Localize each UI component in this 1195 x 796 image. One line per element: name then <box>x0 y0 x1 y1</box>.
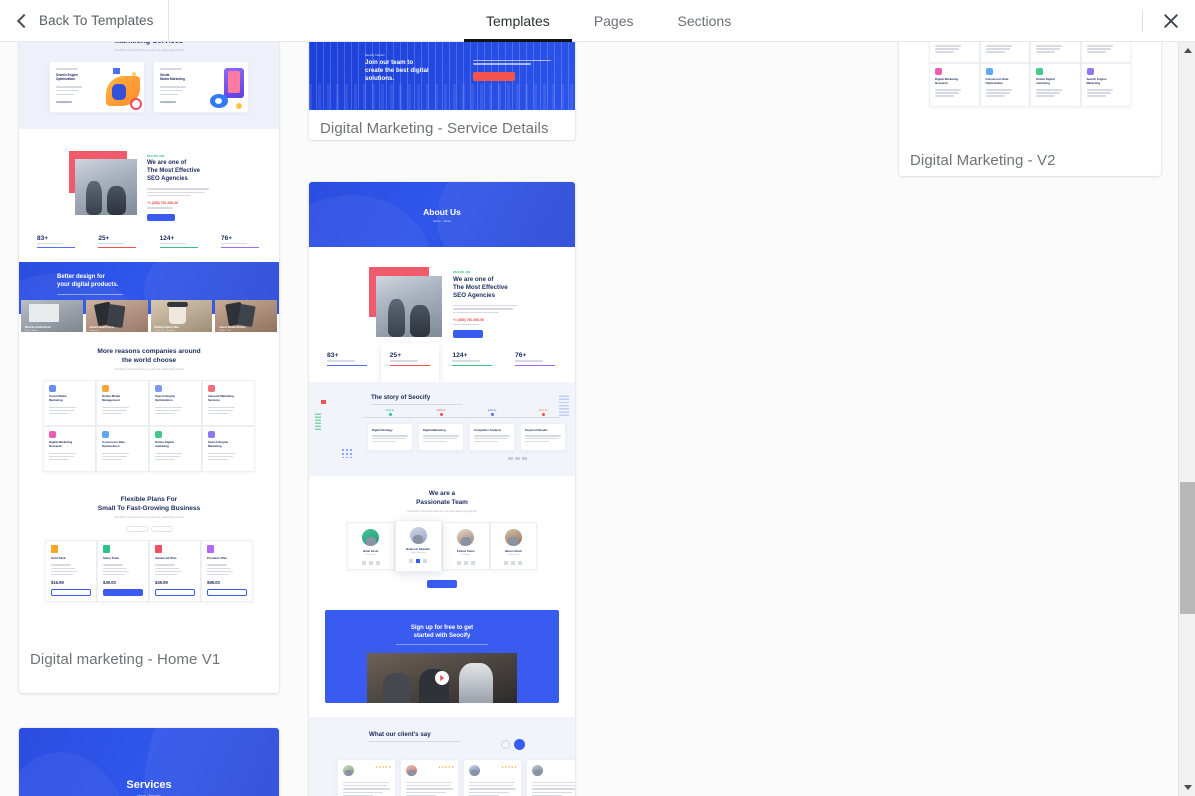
tab-sections-label: Sections <box>677 13 732 29</box>
tab-pages-label: Pages <box>593 13 634 29</box>
template-thumbnail: We offer expert SEO andMarketing Service… <box>19 42 279 641</box>
template-card-digital-marketing-service-details[interactable]: Seocify Careers Join our team to create t… <box>309 42 575 140</box>
about-hero-breadcrumb: Home · About <box>432 218 452 223</box>
app-header: Back To Templates Templates Pages Sectio… <box>0 0 1195 42</box>
scroll-up-button[interactable] <box>1179 42 1195 59</box>
header-divider-left <box>168 0 169 41</box>
section-stats: 83+ 25+ 124+ 76+ <box>19 228 279 263</box>
section-about-agency: WHO WE ARE We are one of The Most Effecti… <box>19 129 279 229</box>
template-thumbnail: Seocify Careers Join our team to create t… <box>309 42 575 110</box>
chevron-left-icon <box>14 13 30 29</box>
template-card-title: Digital marketing - Home V1 <box>30 651 221 668</box>
about-hero: About Us Home · About <box>309 182 575 247</box>
section-pricing: Flexible Plans For Small To Fast-Growing … <box>19 482 279 619</box>
template-tabs: Templates Pages Sections <box>464 0 753 42</box>
template-card-title: Digital Marketing - V2 <box>910 152 1056 169</box>
template-thumbnail: Not all the niche each leave on your sit… <box>899 42 1161 142</box>
close-button[interactable] <box>1157 7 1185 35</box>
template-card-services[interactable]: Services Home · Services <box>19 728 279 796</box>
section-stats: 83+ 25+ 124+ 76+ <box>309 343 575 388</box>
tab-sections[interactable]: Sections <box>656 0 754 42</box>
template-card-digital-marketing-about-us[interactable]: About Us Home · About WHO WE ARE We are … <box>309 182 575 796</box>
tab-pages[interactable]: Pages <box>572 0 656 42</box>
section-team: We are a Passionate Team Not all the nich… <box>309 476 575 600</box>
tab-templates-label: Templates <box>486 13 550 29</box>
triangle-down-icon <box>1183 785 1192 790</box>
back-to-templates-button[interactable]: Back To Templates <box>0 0 168 41</box>
about-phone: +1 (888) 760-558-96 <box>453 318 485 323</box>
section-testimonials: What our client's say ★ ★ ★ ★ ★ ★ ★ ★ ★ … <box>309 716 575 796</box>
template-card-digital-marketing-v2[interactable]: Not all the niche each leave on your sit… <box>899 42 1161 176</box>
template-card-title: Digital Marketing - Service Details <box>320 120 549 137</box>
template-card-digital-marketing-home-v1[interactable]: We offer expert SEO andMarketing Service… <box>19 42 279 693</box>
close-icon <box>1164 14 1178 28</box>
scrollbar-thumb[interactable] <box>1180 482 1195 614</box>
section-features-grid: Not all the niche each leave on your sit… <box>899 42 1161 119</box>
template-thumbnail: About Us Home · About WHO WE ARE We are … <box>309 182 575 796</box>
triangle-up-icon <box>1183 48 1192 53</box>
section-story-timeline: The story of Seocify STEP 01 Digital Str… <box>309 381 575 477</box>
section-seo-services: We offer expert SEO andMarketing Service… <box>19 42 279 130</box>
section-product-grid: Minimal Creative Book Book · Identity Mo… <box>19 300 279 333</box>
tab-templates[interactable]: Templates <box>464 0 572 42</box>
story-heading: The story of Seocify <box>371 393 431 401</box>
templates-scroll-area[interactable]: We offer expert SEO andMarketing Service… <box>0 42 1178 796</box>
section-more-reasons: More reasons companies around the world c… <box>19 332 279 483</box>
services-hero-title: Services <box>126 778 172 791</box>
services-hero: Services Home · Services <box>19 728 279 796</box>
about-hero-title: About Us <box>423 206 461 217</box>
scroll-down-button[interactable] <box>1179 779 1195 796</box>
vertical-scrollbar[interactable] <box>1178 42 1195 796</box>
section-about-agency: WHO WE ARE We are one of The Most Effecti… <box>309 247 575 345</box>
section-signup: Sign up for free to get started with Seoc… <box>309 599 575 717</box>
header-divider-right <box>1142 10 1143 32</box>
back-to-templates-label: Back To Templates <box>39 13 154 28</box>
join-our-team-banner: Seocify Careers Join our team to create t… <box>309 42 575 110</box>
template-thumbnail: Services Home · Services <box>19 728 279 796</box>
testimonial-heading: What our client's say <box>369 730 431 738</box>
